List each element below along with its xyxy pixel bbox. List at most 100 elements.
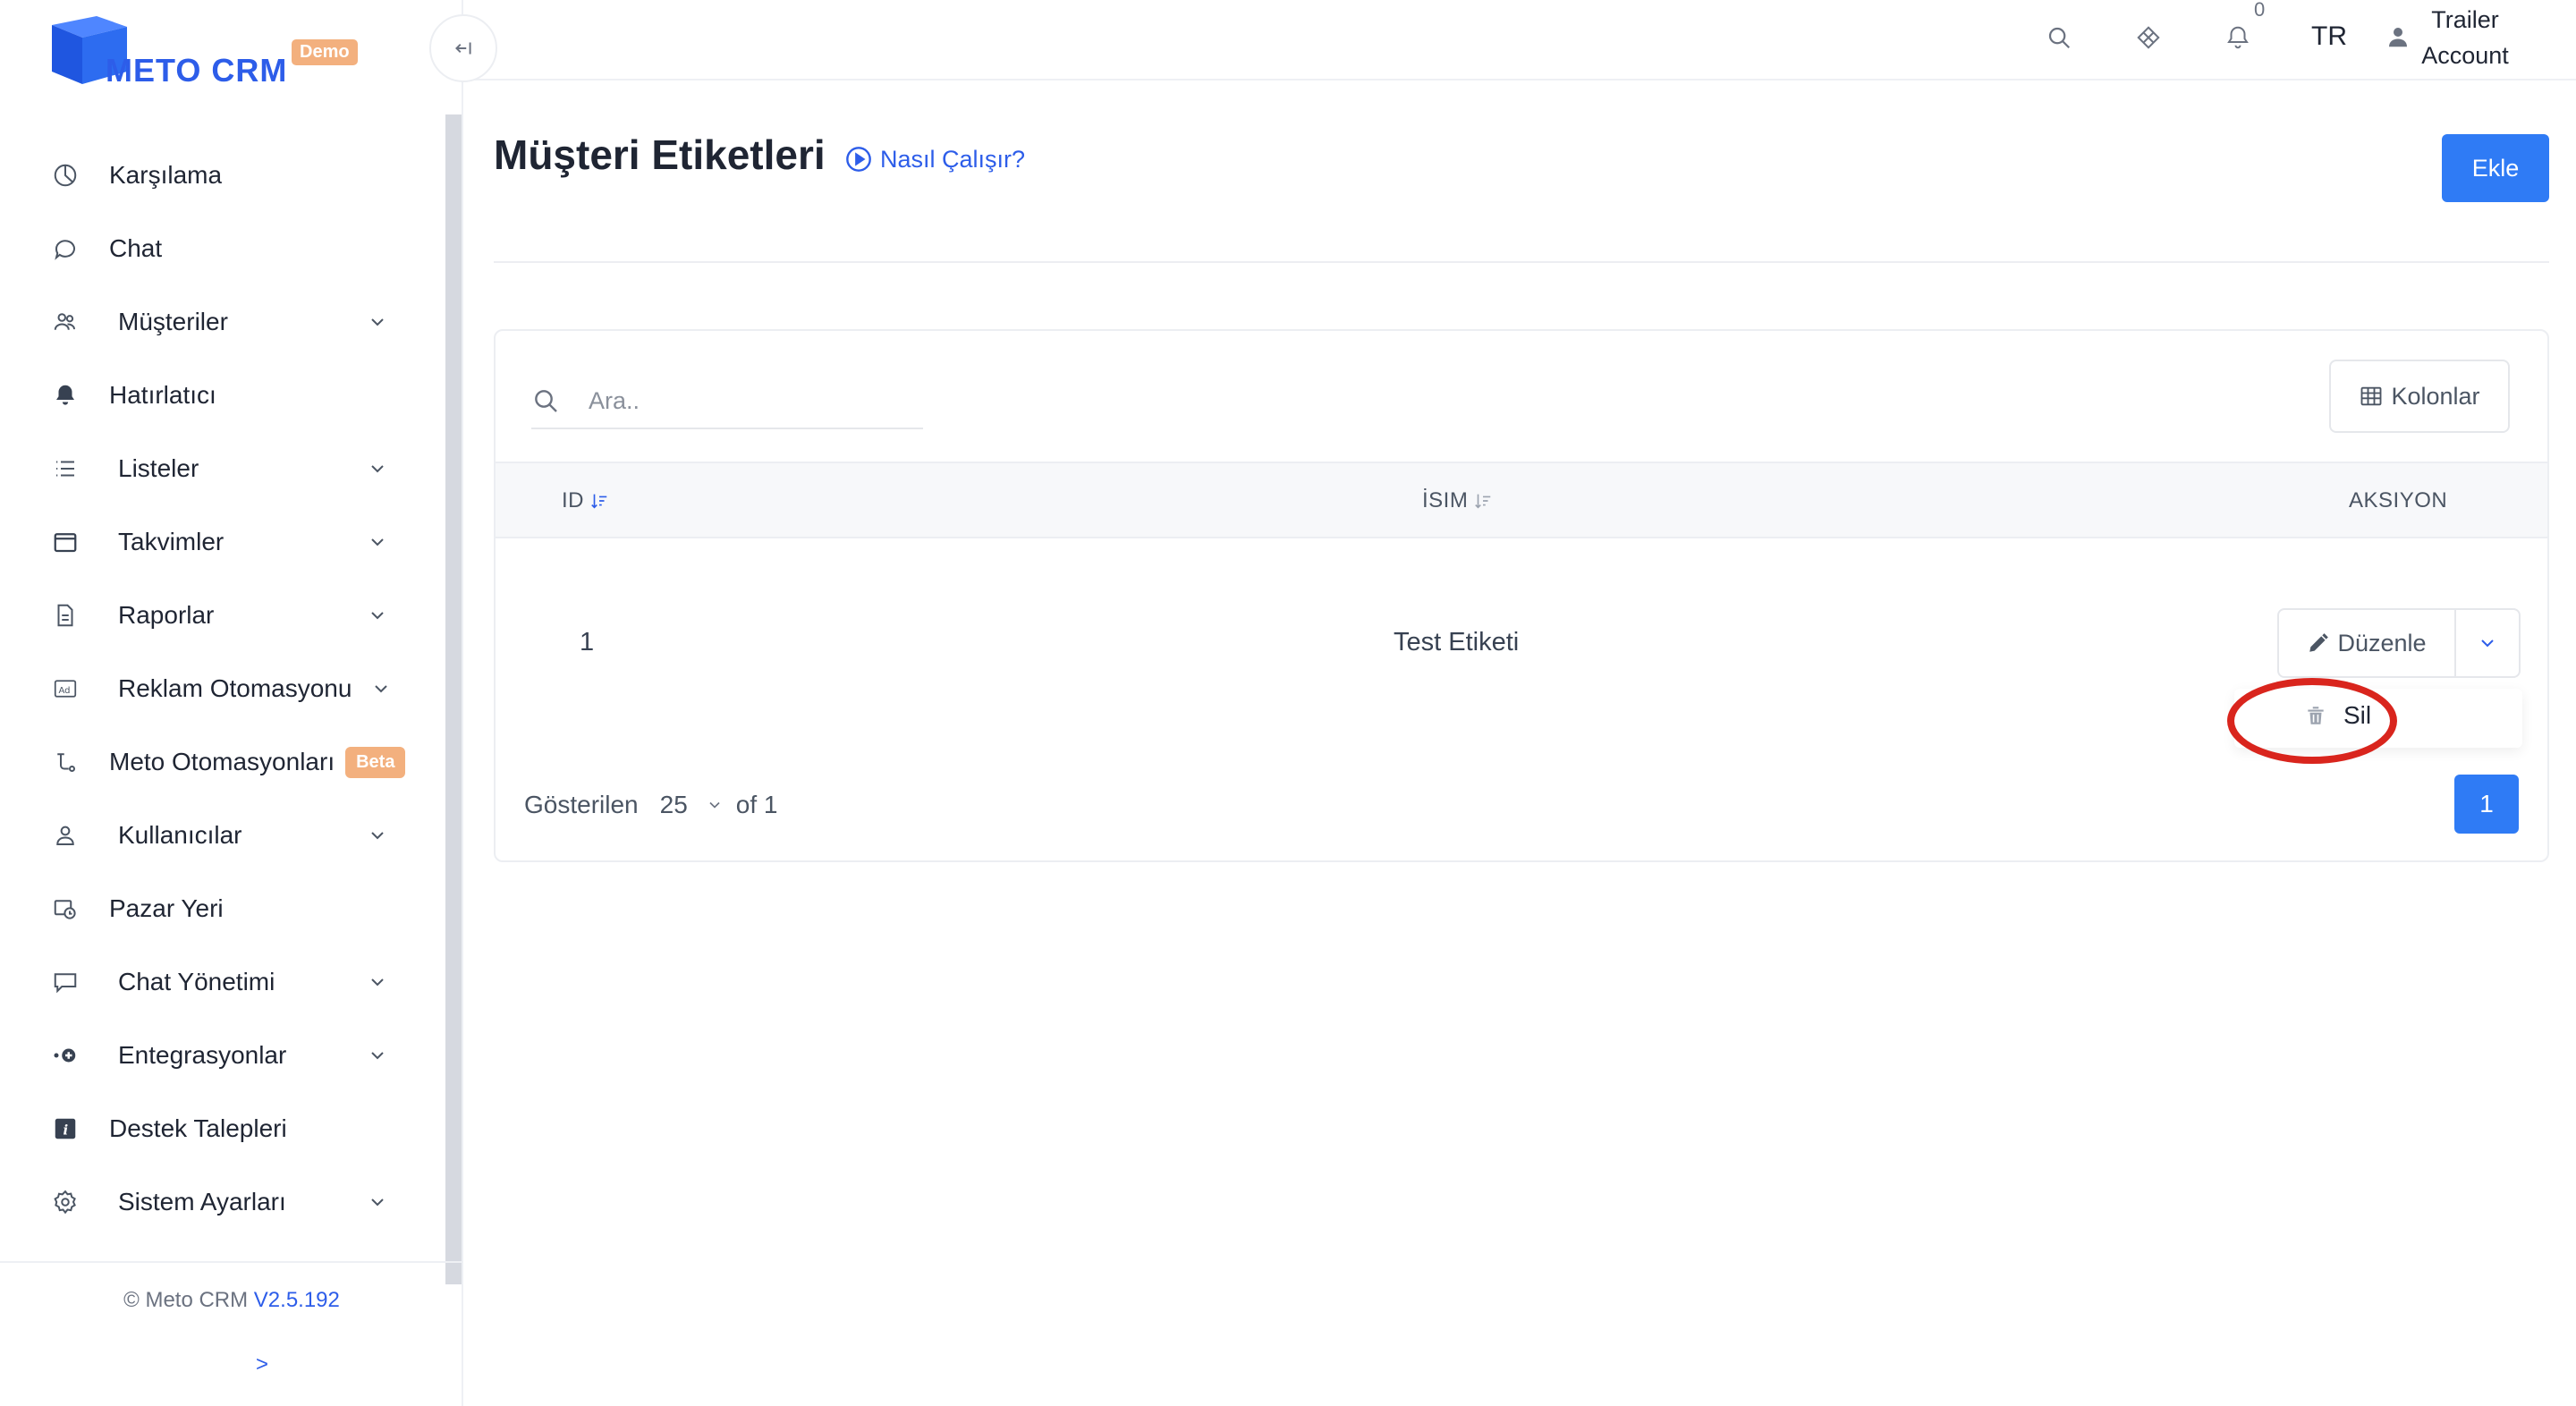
sidebar-item-chat-yonetimi[interactable]: Chat Yönetimi xyxy=(48,957,424,1007)
chevron-down-icon xyxy=(371,1052,384,1060)
page-size-select[interactable]: 25 xyxy=(660,791,736,819)
page-title: Müşteri Etiketleri xyxy=(494,131,826,178)
sidebar-item-label: Karşılama xyxy=(109,161,223,189)
search-input[interactable] xyxy=(589,381,911,420)
edit-label: Düzenle xyxy=(2337,629,2427,656)
svg-text:i: i xyxy=(64,1122,69,1138)
sidebar-scrollbar[interactable] xyxy=(445,114,462,1284)
add-button[interactable]: Ekle xyxy=(2442,134,2549,202)
collapse-sidebar-button[interactable] xyxy=(429,14,497,82)
column-header-name[interactable]: İSIM xyxy=(1422,488,1493,513)
cell-id: 1 xyxy=(580,628,595,656)
sort-icon xyxy=(1475,494,1491,509)
chevron-down-icon xyxy=(709,801,720,809)
gear-icon xyxy=(48,1185,82,1219)
sidebar-item-pazar-yeri[interactable]: Pazar Yeri xyxy=(48,884,424,934)
chat-settings-icon xyxy=(48,965,82,999)
shortcuts-button[interactable] xyxy=(2131,20,2166,55)
sidebar-item-label: Raporlar xyxy=(118,601,215,629)
version-link[interactable]: V2.5.192 xyxy=(254,1288,340,1312)
action-dropdown-menu: Sil xyxy=(2234,689,2522,748)
pie-chart-icon xyxy=(48,158,82,192)
collapse-arrow-icon xyxy=(455,42,471,55)
column-header-label: AKSIYON xyxy=(2349,488,2448,512)
sidebar-item-entegrasyonlar[interactable]: Entegrasyonlar xyxy=(48,1030,424,1080)
chevron-down-icon xyxy=(371,612,384,620)
sidebar-item-musteriler[interactable]: Müşteriler xyxy=(48,297,424,347)
sidebar-item-label: Chat Yönetimi xyxy=(118,968,275,995)
pencil-icon xyxy=(2309,633,2329,652)
users-icon xyxy=(48,305,82,339)
header-divider xyxy=(494,261,2549,263)
column-header-id[interactable]: ID xyxy=(562,488,609,513)
sidebar-item-label: Sistem Ayarları xyxy=(118,1188,286,1215)
column-header-label: İSIM xyxy=(1422,488,1469,512)
columns-button[interactable]: Kolonlar xyxy=(2329,360,2510,433)
chevron-down-icon xyxy=(371,978,384,987)
user-icon xyxy=(48,818,82,852)
search-box xyxy=(531,376,923,429)
info-icon: i xyxy=(48,1112,82,1146)
document-icon xyxy=(48,598,82,632)
sidebar-item-karsilama[interactable]: Karşılama xyxy=(48,150,424,200)
chevron-down-icon xyxy=(371,538,384,546)
brand-logo[interactable]: METO CRM Demo xyxy=(48,16,370,89)
sidebar-item-label: Entegrasyonlar xyxy=(118,1041,287,1069)
brand-name: METO CRM xyxy=(106,52,288,89)
user-menu[interactable]: Trailer Account xyxy=(2419,2,2512,73)
calendar-icon xyxy=(48,525,82,559)
demo-badge: Demo xyxy=(292,39,358,65)
user-name-line2: Account xyxy=(2421,42,2509,69)
column-header-action: AKSIYON xyxy=(2349,488,2447,513)
action-dropdown-toggle[interactable] xyxy=(2456,610,2519,676)
page-button-current[interactable]: 1 xyxy=(2454,775,2519,834)
pagination-info: Gösterilen 25 of 1 xyxy=(524,791,777,819)
user-icon[interactable] xyxy=(2385,23,2411,50)
page-size-value: 25 xyxy=(659,791,688,818)
chat-bubble-icon xyxy=(48,232,82,266)
sidebar-item-listeler[interactable]: Listeler xyxy=(48,444,424,494)
sidebar-footer: © Meto CRM V2.5.192 xyxy=(0,1288,463,1313)
tags-table-card: Kolonlar ID İSIM AKSIYON 1 Test Etiketi … xyxy=(494,329,2549,862)
search-icon xyxy=(2048,27,2071,49)
sidebar-item-label: Müşteriler xyxy=(118,308,228,335)
copyright-text: © Meto CRM xyxy=(123,1288,249,1312)
sidebar-item-takvimler[interactable]: Takvimler xyxy=(48,517,424,567)
sidebar-item-label: Hatırlatıcı xyxy=(109,381,216,409)
sidebar-item-sistem-ayarlari[interactable]: Sistem Ayarları xyxy=(48,1177,424,1227)
notifications-button[interactable] xyxy=(2220,20,2256,55)
list-icon xyxy=(48,452,82,486)
cell-name: Test Etiketi xyxy=(1394,628,1520,656)
sidebar-item-destek-talepleri[interactable]: i Destek Talepleri xyxy=(48,1104,424,1154)
search-button[interactable] xyxy=(2041,20,2077,55)
sidebar-item-reklam-otomasyonu[interactable]: Ad Reklam Otomasyonu xyxy=(48,664,424,714)
chevron-down-icon xyxy=(375,685,387,693)
trash-icon xyxy=(2308,707,2324,724)
delete-menu-item[interactable]: Sil xyxy=(2304,701,2371,730)
beta-badge: Beta xyxy=(345,746,406,778)
language-selector[interactable]: TR xyxy=(2311,21,2347,52)
expand-sidebar-button[interactable]: > xyxy=(256,1352,268,1377)
sidebar-item-raporlar[interactable]: Raporlar xyxy=(48,590,424,640)
sidebar-footer-divider xyxy=(0,1261,463,1263)
edit-button[interactable]: Düzenle xyxy=(2279,610,2456,676)
play-circle-icon xyxy=(846,147,871,172)
topbar-divider xyxy=(463,79,2576,80)
how-it-works-link[interactable]: Nasıl Çalışır? xyxy=(844,145,1025,174)
sidebar-item-meto-otomasyonlari[interactable]: Meto Otomasyonları Beta xyxy=(48,737,424,787)
chevron-down-icon xyxy=(2481,639,2494,648)
ad-icon: Ad xyxy=(48,672,82,706)
sidebar-item-label: Meto Otomasyonları xyxy=(109,748,335,775)
page-total: of 1 xyxy=(735,791,778,818)
sidebar-item-label: Takvimler xyxy=(118,528,225,555)
sidebar-item-chat[interactable]: Chat xyxy=(48,224,424,274)
chevron-down-icon xyxy=(371,1198,384,1207)
bell-icon xyxy=(2227,26,2249,49)
sidebar: METO CRM Demo Karşılama Chat Müşteriler … xyxy=(0,0,463,1406)
sidebar-item-hatirlatici[interactable]: Hatırlatıcı xyxy=(48,370,424,420)
sidebar-item-label: Destek Talepleri xyxy=(109,1114,287,1142)
chevron-down-icon xyxy=(371,465,384,473)
user-name-line1: Trailer xyxy=(2431,6,2499,33)
sidebar-item-kullanicilar[interactable]: Kullanıcılar xyxy=(48,810,424,860)
notification-count: 0 xyxy=(2254,0,2266,21)
